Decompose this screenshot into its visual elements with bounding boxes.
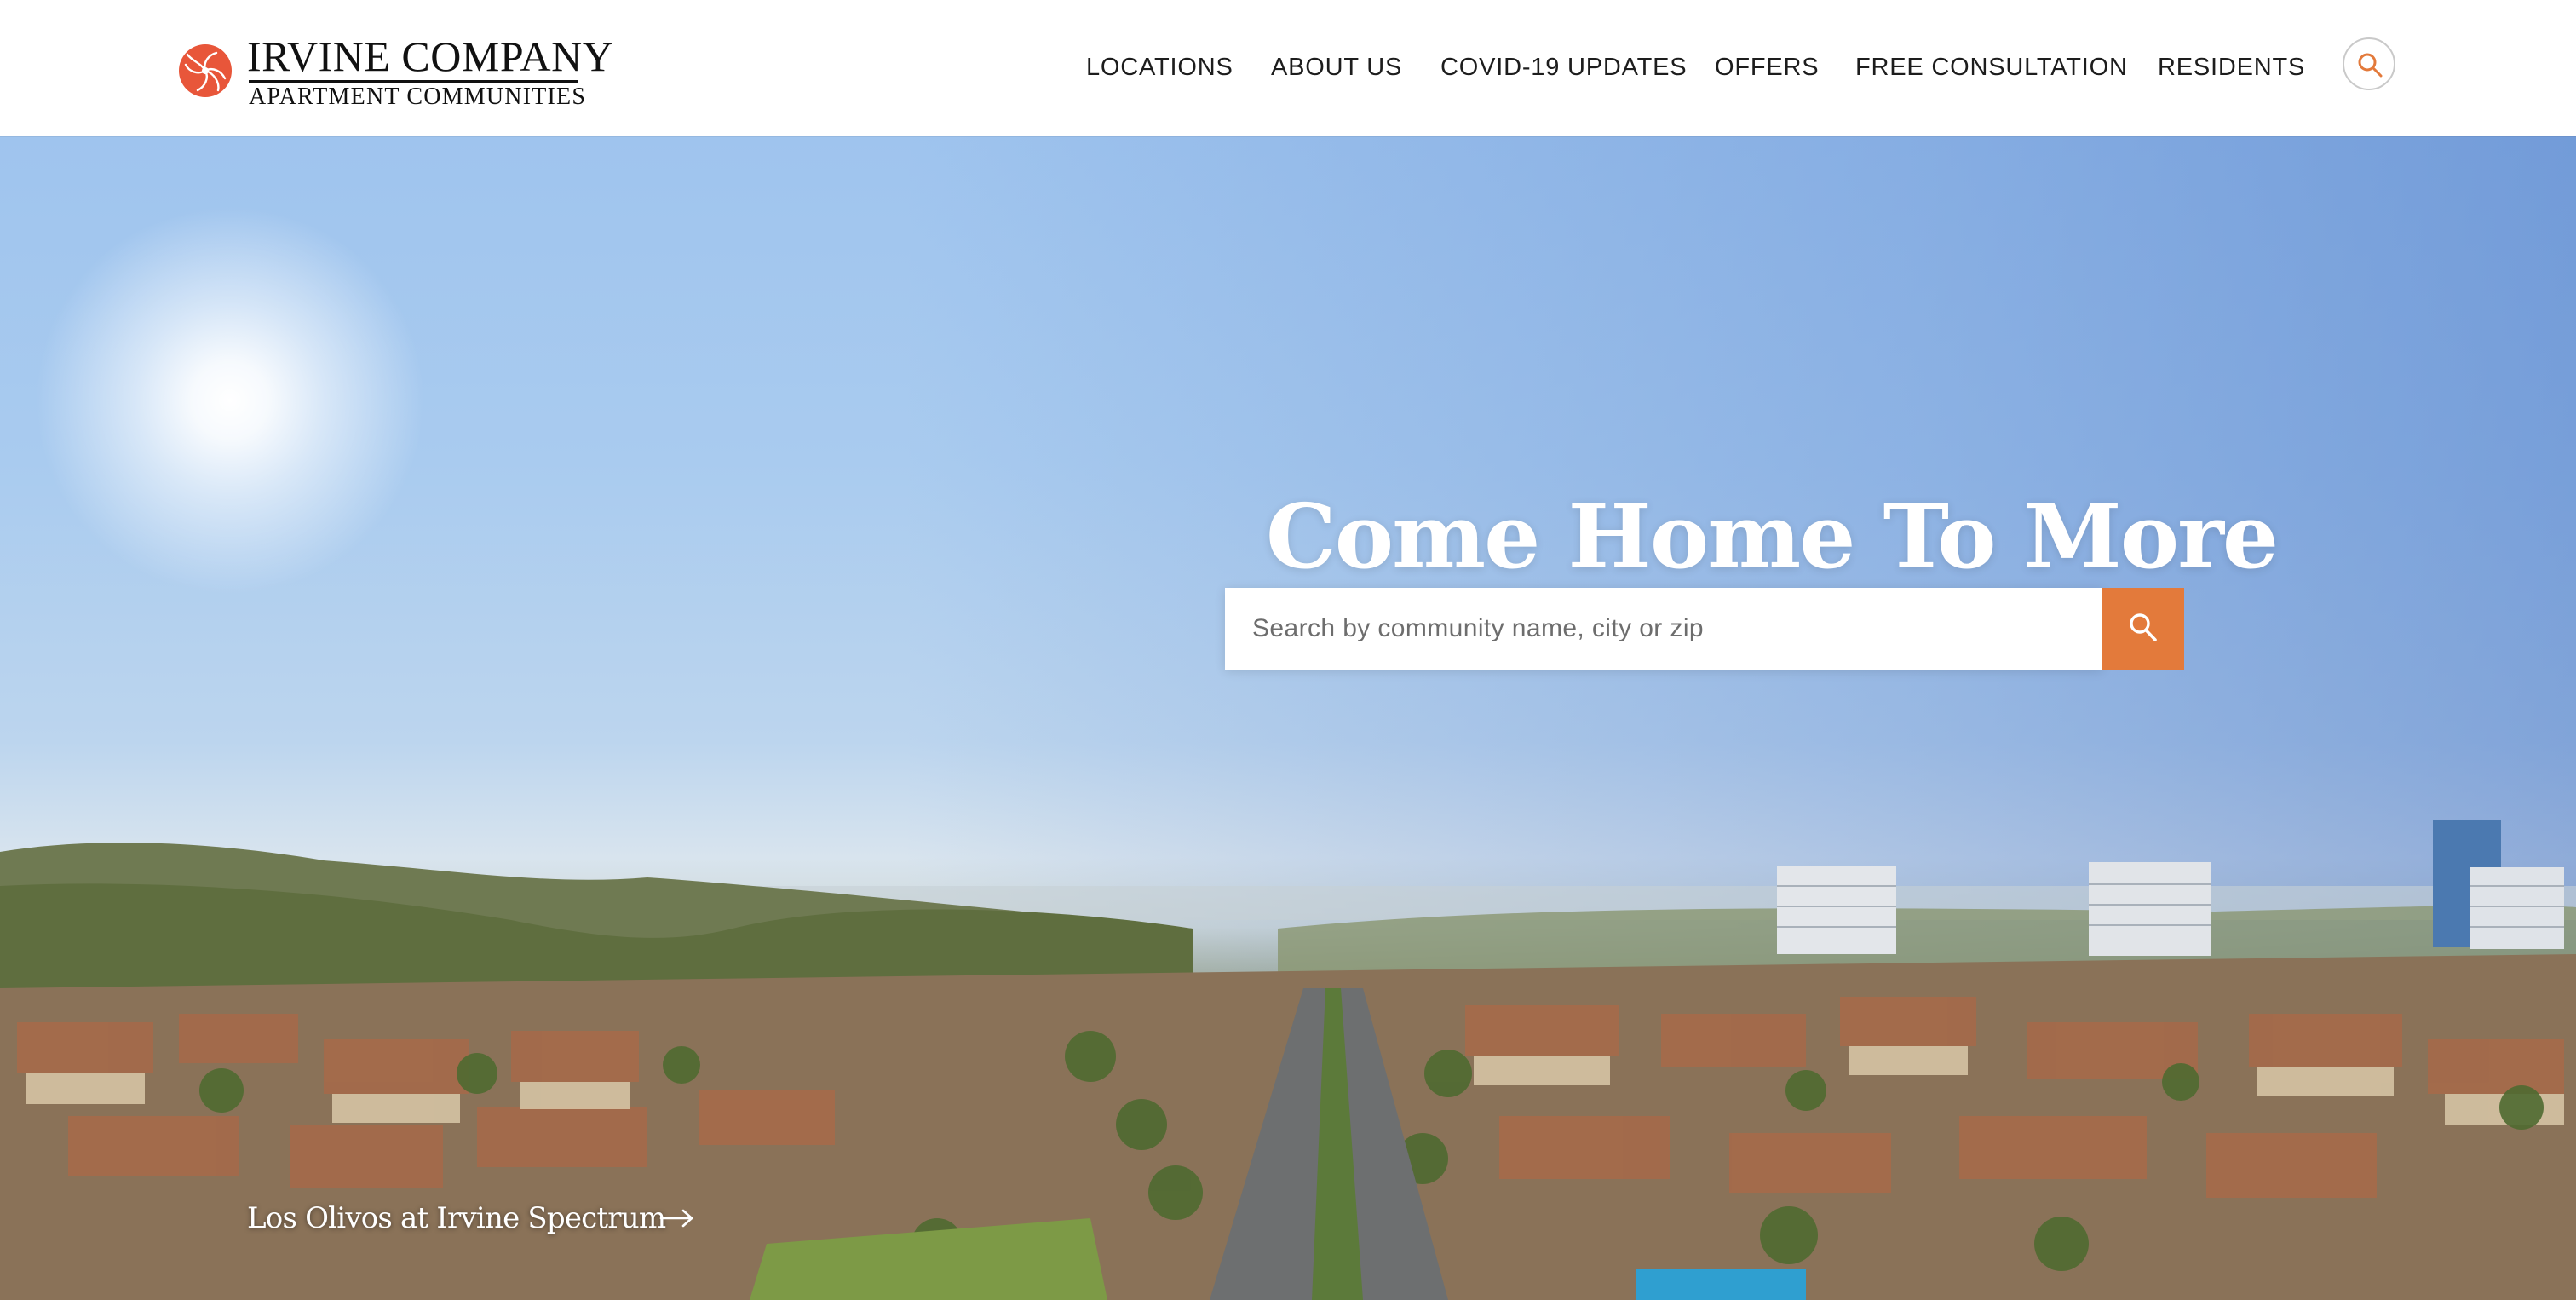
brand-tagline: APARTMENT COMMUNITIES: [249, 83, 587, 110]
hero-title: Come Home To More: [1266, 483, 2279, 589]
nav-item-offers[interactable]: OFFERS: [1715, 48, 1819, 87]
nav-item-residents[interactable]: RESIDENTS: [2158, 48, 2305, 87]
aerial-landscape-image: [0, 820, 2576, 1300]
nav-item-about-us[interactable]: ABOUT US: [1271, 48, 1402, 87]
community-search-input[interactable]: [1225, 588, 2102, 670]
nav-item-free-consultation[interactable]: FREE CONSULTATION: [1855, 48, 2128, 87]
community-search-button[interactable]: [2102, 588, 2184, 670]
header-search-button[interactable]: [2343, 37, 2395, 90]
nav-item-locations[interactable]: LOCATIONS: [1086, 48, 1233, 87]
featured-community-label: Los Olivos at Irvine Spectrum: [247, 1201, 666, 1235]
nav-item-covid-updates[interactable]: COVID-19 UPDATES: [1440, 48, 1687, 87]
search-icon: [2130, 613, 2157, 641]
arrow-right-icon: [659, 1209, 693, 1228]
hero-banner: Come Home To More Los Olivos at Irvine S…: [0, 136, 2576, 1300]
site-header: IRVINE COMPANY APARTMENT COMMUNITIES LOC…: [0, 0, 2576, 136]
search-icon: [2358, 53, 2383, 78]
main-nav: LOCATIONS ABOUT US COVID-19 UPDATES OFFE…: [0, 48, 2576, 87]
